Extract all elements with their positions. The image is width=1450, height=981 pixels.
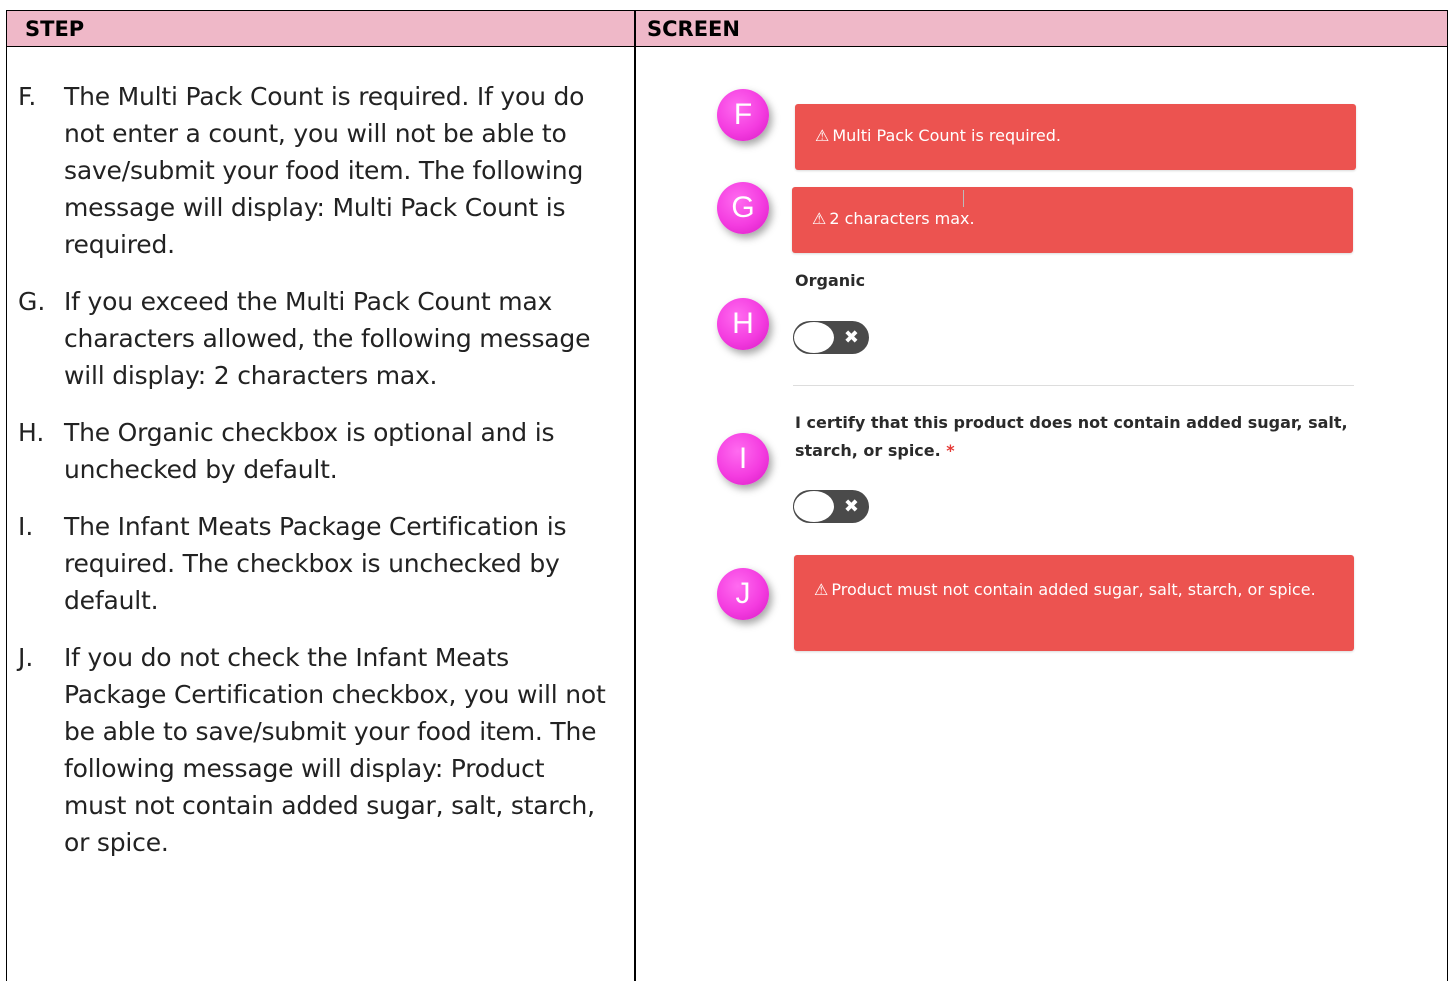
alert-text: Multi Pack Count is required. xyxy=(832,126,1062,145)
step-item: G. If you exceed the Multi Pack Count ma… xyxy=(18,283,613,394)
certify-toggle[interactable]: ✖ xyxy=(793,490,869,523)
required-mark: * xyxy=(946,441,955,460)
step-item: J. If you do not check the Infant Meats … xyxy=(18,639,613,861)
step-text: If you do not check the Infant Meats Pac… xyxy=(64,643,606,857)
certify-text: I certify that this product does not con… xyxy=(795,413,1348,460)
badge-i: I xyxy=(717,433,769,485)
step-item: I. The Infant Meats Package Certificatio… xyxy=(18,508,613,619)
step-text: The Organic checkbox is optional and is … xyxy=(64,418,555,484)
toggle-knob xyxy=(793,490,835,523)
step-letter: H. xyxy=(18,418,45,447)
column-divider xyxy=(634,11,636,981)
text-cursor-icon xyxy=(963,190,964,207)
section-divider xyxy=(793,385,1354,386)
step-letter: G. xyxy=(18,287,46,316)
step-letter: J. xyxy=(18,643,34,672)
badge-g: G xyxy=(717,182,769,234)
warning-triangle-icon: ⚠ xyxy=(814,580,829,599)
step-letter: F. xyxy=(18,82,37,111)
step-text: The Multi Pack Count is required. If you… xyxy=(64,82,585,259)
toggle-knob xyxy=(793,321,835,354)
steps-list: F. The Multi Pack Count is required. If … xyxy=(18,78,613,881)
organic-toggle[interactable]: ✖ xyxy=(793,321,869,354)
badge-f: F xyxy=(717,89,769,141)
certification-alert: ⚠ Product must not contain added sugar, s… xyxy=(794,555,1354,651)
screen-column-header: SCREEN xyxy=(647,17,740,41)
step-text: The Infant Meats Package Certification i… xyxy=(64,512,567,615)
organic-label: Organic xyxy=(795,271,866,290)
step-letter: I. xyxy=(18,512,34,541)
step-text: If you exceed the Multi Pack Count max c… xyxy=(64,287,591,390)
chars-max-alert: ⚠ 2 characters max. xyxy=(792,187,1353,253)
step-column-header: STEP xyxy=(25,17,85,41)
badge-h: H xyxy=(717,298,769,350)
step-item: H. The Organic checkbox is optional and … xyxy=(18,414,613,488)
alert-text: Product must not contain added sugar, sa… xyxy=(831,580,1316,599)
badge-j: J xyxy=(717,568,769,620)
warning-triangle-icon: ⚠ xyxy=(812,209,827,228)
multi-pack-required-alert: ⚠ Multi Pack Count is required. xyxy=(795,104,1356,170)
step-item: F. The Multi Pack Count is required. If … xyxy=(18,78,613,263)
certify-label: I certify that this product does not con… xyxy=(795,409,1365,465)
warning-triangle-icon: ⚠ xyxy=(815,126,830,145)
close-icon: ✖ xyxy=(843,496,859,517)
table-header-row: STEP SCREEN xyxy=(7,11,1447,47)
close-icon: ✖ xyxy=(843,327,859,348)
alert-text: 2 characters max. xyxy=(829,209,975,228)
